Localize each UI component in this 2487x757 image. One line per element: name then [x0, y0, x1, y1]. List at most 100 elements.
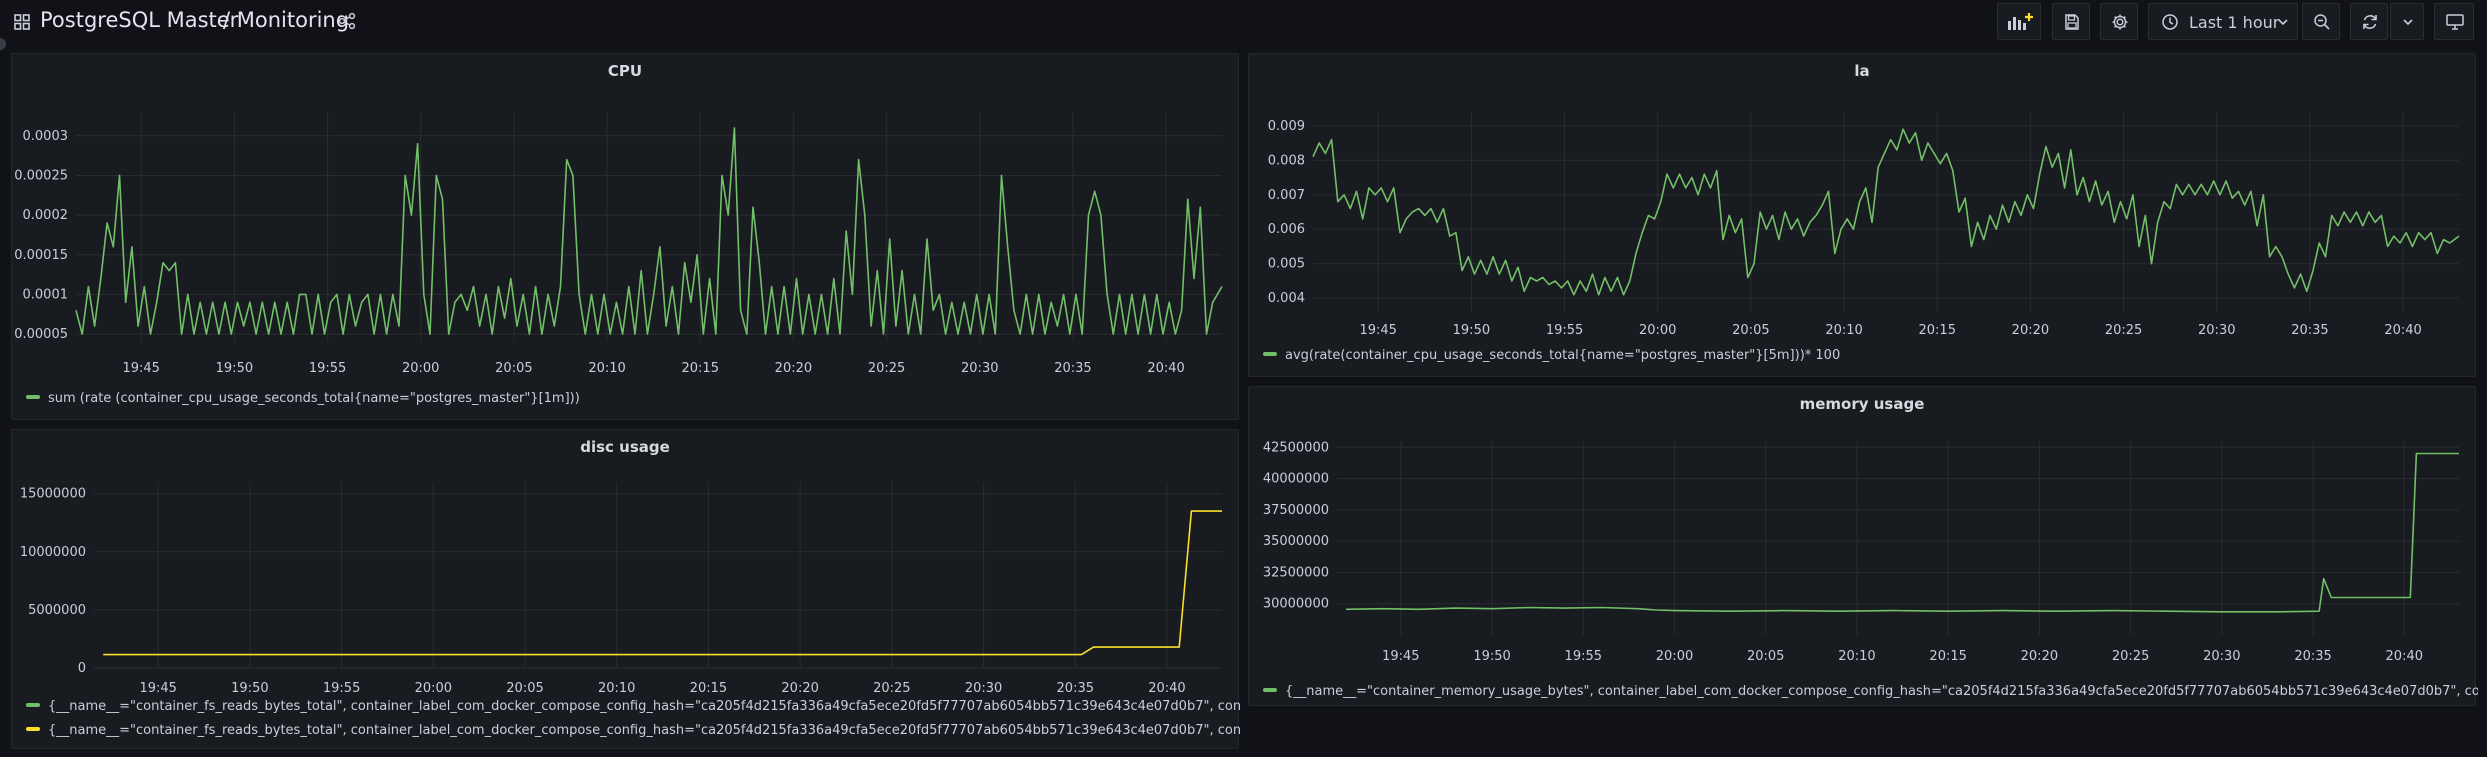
x-tick-label: 20:00	[415, 681, 452, 696]
clock-icon	[2162, 14, 2178, 30]
y-tick-label: 0.0003	[23, 129, 69, 144]
x-tick-label: 19:50	[231, 681, 268, 696]
y-tick-label: 42500000	[1263, 440, 1329, 455]
y-tick-label: 10000000	[20, 545, 86, 560]
legend-item[interactable]: sum (rate (container_cpu_usage_seconds_t…	[26, 391, 580, 406]
legend-item[interactable]: {__name__="container_fs_reads_bytes_tota…	[26, 723, 1241, 738]
x-tick-label: 20:30	[2198, 323, 2235, 338]
dashboard-title[interactable]: PostgreSQL Master	[40, 8, 238, 32]
y-tick-label: 0.00005	[14, 327, 68, 342]
y-tick-label: 0	[78, 661, 86, 676]
add-panel-icon	[2008, 13, 2033, 30]
legend-swatch	[26, 394, 40, 399]
x-tick-label: 20:05	[1732, 323, 1769, 338]
save-dashboard-button[interactable]	[2052, 3, 2090, 40]
x-tick-label: 19:45	[139, 681, 176, 696]
folder-title[interactable]: / Monitoring	[223, 8, 349, 32]
x-tick-label: 20:20	[2012, 323, 2049, 338]
x-tick-label: 19:55	[323, 681, 360, 696]
y-tick-label: 32500000	[1263, 565, 1329, 580]
x-tick-label: 20:10	[588, 361, 625, 376]
y-tick-label: 0.0002	[23, 208, 69, 223]
x-tick-label: 20:20	[781, 681, 818, 696]
x-tick-label: 20:05	[1747, 649, 1784, 664]
x-tick-label: 19:45	[122, 361, 159, 376]
legend-item[interactable]: avg(rate(container_cpu_usage_seconds_tot…	[1263, 348, 1840, 363]
x-tick-label: 20:35	[2294, 649, 2331, 664]
chevron-down-icon	[2278, 19, 2288, 26]
x-tick-label: 20:00	[402, 361, 439, 376]
x-tick-label: 20:25	[873, 681, 910, 696]
zoom-out-button[interactable]	[2302, 3, 2340, 40]
y-tick-label: 0.0001	[23, 287, 69, 302]
save-icon	[2065, 14, 2079, 30]
x-tick-label: 20:40	[1148, 681, 1185, 696]
x-tick-label: 20:30	[965, 681, 1002, 696]
x-tick-label: 19:50	[1473, 649, 1510, 664]
x-tick-label: 20:35	[1057, 681, 1094, 696]
x-tick-label: 19:45	[1382, 649, 1419, 664]
legend-label: {__name__="container_memory_usage_bytes"…	[1285, 684, 2478, 699]
settings-button[interactable]	[2100, 3, 2138, 40]
view-mode-button[interactable]	[2434, 3, 2474, 40]
legend-item[interactable]: {__name__="container_memory_usage_bytes"…	[1263, 684, 2478, 699]
x-tick-label: 20:25	[868, 361, 905, 376]
panel-cpu[interactable]: CPU 0.00005 0.0001 0.00015 0.0002 0.00025 0.0…	[11, 53, 1239, 420]
legend-swatch	[1263, 687, 1277, 692]
zoom-out-icon	[2314, 14, 2330, 30]
y-tick-label: 0.006	[1268, 222, 1305, 237]
cpu-chart[interactable]: 0.00005 0.0001 0.00015 0.0002 0.00025 0.0003 1…	[12, 54, 1240, 421]
refresh-button[interactable]	[2350, 3, 2388, 40]
x-tick-label: 20:40	[2386, 649, 2423, 664]
x-tick-label: 20:10	[1825, 323, 1862, 338]
x-tick-label: 20:15	[690, 681, 727, 696]
y-tick-label: 0.009	[1268, 119, 1305, 134]
gear-icon	[2112, 14, 2128, 30]
panel-memory-usage[interactable]: memory usage 30000000 32500000 35000000 375…	[1248, 386, 2478, 707]
x-tick-label: 20:15	[1929, 649, 1966, 664]
series-line-1[interactable]	[103, 510, 1222, 656]
x-tick-label: 19:55	[309, 361, 346, 376]
x-tick-label: 20:10	[598, 681, 635, 696]
x-tick-label: 20:00	[1656, 649, 1693, 664]
series-line-0[interactable]	[1346, 452, 2459, 613]
time-range-label: Last 1 hour	[2189, 13, 2280, 32]
y-tick-label: 35000000	[1263, 534, 1329, 549]
x-tick-label: 20:20	[775, 361, 812, 376]
x-tick-label: 20:15	[682, 361, 719, 376]
y-tick-label: 0.00025	[14, 168, 68, 183]
series-line-0[interactable]	[75, 127, 1223, 335]
series-line-0[interactable]	[1312, 128, 2460, 296]
x-tick-label: 20:40	[2384, 323, 2421, 338]
x-tick-label: 20:25	[2112, 649, 2149, 664]
y-tick-label: 30000000	[1263, 597, 1329, 612]
x-tick-label: 19:45	[1359, 323, 1396, 338]
y-tick-label: 0.004	[1268, 291, 1305, 306]
legend-item[interactable]: {__name__="container_fs_reads_bytes_tota…	[26, 699, 1241, 714]
time-range-picker[interactable]: Last 1 hour	[2148, 3, 2298, 40]
x-tick-label: 20:20	[2021, 649, 2058, 664]
legend-swatch	[26, 726, 40, 731]
panel-disc-usage[interactable]: disc usage 0 5000000 10000000 15000000 19:45…	[11, 429, 1241, 749]
x-tick-label: 20:05	[506, 681, 543, 696]
x-tick-label: 20:30	[2203, 649, 2240, 664]
panel-la[interactable]: la 0.004 0.005 0.006 0.007 0.008 0.009 19:45 19…	[1248, 53, 2476, 377]
y-tick-label: 40000000	[1263, 472, 1329, 487]
add-panel-button[interactable]	[1997, 3, 2041, 40]
dashboard-header: PostgreSQL Master / Monitoring Last 1 ho…	[0, 0, 2487, 44]
y-tick-label: 5000000	[28, 603, 86, 618]
legend-label: sum (rate (container_cpu_usage_seconds_t…	[48, 391, 580, 406]
dashboard-grid-icon[interactable]	[14, 14, 30, 30]
refresh-interval-button[interactable]	[2390, 3, 2424, 40]
memory-usage-chart[interactable]: 30000000 32500000 35000000 37500000 40000000…	[1249, 387, 2477, 707]
y-tick-label: 0.007	[1268, 188, 1305, 203]
x-tick-label: 19:55	[1546, 323, 1583, 338]
share-icon[interactable]	[338, 12, 356, 30]
y-tick-label: 0.00015	[14, 248, 68, 263]
x-tick-label: 20:30	[961, 361, 998, 376]
la-chart[interactable]: 0.004 0.005 0.006 0.007 0.008 0.009 19:45 19:50…	[1249, 54, 2477, 378]
y-tick-label: 0.005	[1268, 257, 1305, 272]
x-tick-label: 20:05	[495, 361, 532, 376]
x-tick-label: 20:15	[1919, 323, 1956, 338]
x-tick-label: 19:50	[216, 361, 253, 376]
